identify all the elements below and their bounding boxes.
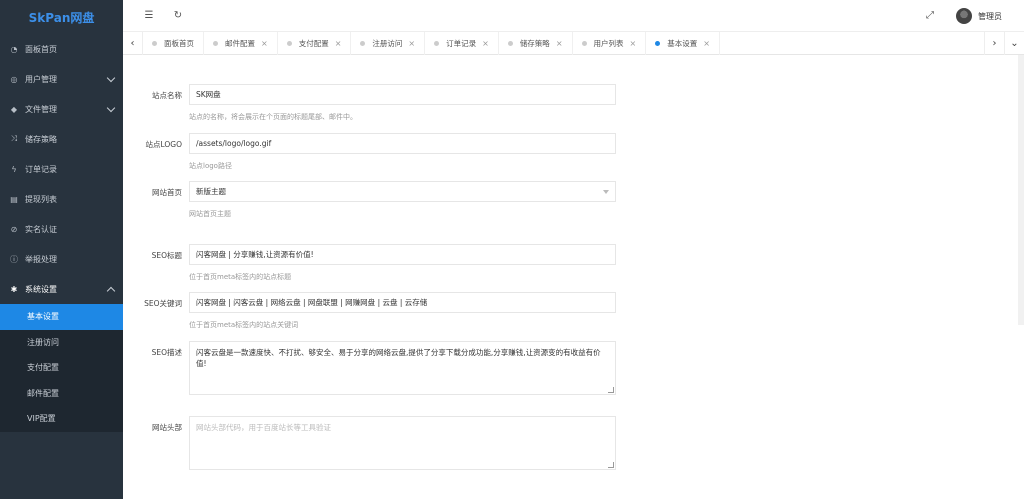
storage-icon: ⤨ — [10, 134, 18, 143]
tab-label: 支付配置 — [298, 39, 329, 48]
gear-icon: ✱ — [10, 284, 18, 294]
site-name-input[interactable]: SK网盘 — [189, 84, 616, 105]
report-icon: ⓘ — [10, 254, 18, 264]
sidebar-item-label: 提现列表 — [25, 194, 57, 204]
site-header-placeholder: 网站头部代码，用于百度站长等工具验证 — [196, 423, 331, 432]
tab-dot — [434, 41, 440, 46]
sidebar-item-verify[interactable]: ⊘ 实名认证 — [0, 214, 123, 244]
home-page-select[interactable]: 新版主题 — [189, 181, 616, 202]
tab-storage[interactable]: 储存策略 × — [499, 32, 573, 55]
user-name[interactable]: 管理员 — [978, 11, 1002, 22]
tab-basic-settings[interactable]: 基本设置 × — [646, 32, 720, 55]
tab-mail[interactable]: 邮件配置 × — [204, 32, 278, 55]
sidebar-item-label: 文件管理 — [25, 104, 57, 114]
settings-submenu: 基本设置 注册访问 支付配置 邮件配置 VIP配置 — [0, 304, 123, 432]
tab-bar: ‹ 面板首页 邮件配置 × 支付配置 × 注册访问 × 订单记录 × 储存策略 — [123, 32, 1024, 55]
chevron-down-icon[interactable]: ⌄ — [1004, 32, 1024, 55]
close-icon[interactable]: × — [408, 39, 415, 48]
order-icon: ϟ — [11, 164, 17, 174]
sidebar-item-label: 实名认证 — [25, 224, 57, 234]
chevron-down-icon — [106, 73, 116, 83]
tab-label: 注册访问 — [372, 39, 403, 48]
chevron-left-icon[interactable]: ‹ — [123, 32, 143, 55]
seo-desc-value: 闪客云盘是一款速度快、不打扰、够安全、易于分享的网络云盘,提供了分享下载分成功能… — [196, 348, 601, 368]
tab-dot — [286, 41, 292, 46]
tab-label: 订单记录 — [446, 39, 477, 48]
seo-keywords-hint: 位于首页meta标签内的站点关键词 — [189, 321, 299, 329]
tab-dot — [655, 41, 661, 46]
sidebar-item-label: 系统设置 — [25, 284, 57, 294]
tab-dot — [507, 41, 513, 46]
seo-keywords-label: SEO关键词 — [144, 299, 182, 308]
user-menu[interactable]: 管理员 — [956, 8, 1002, 24]
sidebar-item-label: 订单记录 — [25, 164, 57, 174]
tab-list: 面板首页 邮件配置 × 支付配置 × 注册访问 × 订单记录 × 储存策略 × — [143, 32, 720, 55]
resize-handle[interactable] — [608, 387, 614, 393]
tab-dot — [213, 41, 218, 46]
close-icon[interactable]: × — [630, 39, 637, 48]
seo-desc-label: SEO描述 — [151, 348, 182, 357]
site-logo-hint: 站点logo路径 — [189, 162, 232, 170]
dashboard-icon: ◔ — [10, 44, 18, 54]
site-logo-input[interactable]: /assets/logo/logo.gif — [189, 133, 616, 154]
site-header-textarea[interactable]: 网站头部代码，用于百度站长等工具验证 — [189, 416, 616, 470]
scrollbar[interactable] — [1018, 55, 1024, 325]
sidebar-item-label: 面板首页 — [25, 44, 57, 54]
seo-desc-textarea[interactable]: 闪客云盘是一款速度快、不打扰、够安全、易于分享的网络云盘,提供了分享下载分成功能… — [189, 341, 616, 395]
top-header: ☰ ↻ ⤢ 管理员 — [123, 0, 1024, 32]
close-icon[interactable]: × — [261, 39, 268, 48]
tab-dot — [581, 41, 587, 46]
sidebar-item-dashboard[interactable]: ◔ 面板首页 — [0, 34, 123, 64]
tab-dashboard[interactable]: 面板首页 — [143, 32, 204, 55]
home-page-hint: 网站首页主题 — [189, 210, 231, 218]
user-icon: ◎ — [10, 74, 18, 84]
refresh-icon[interactable]: ↻ — [172, 10, 184, 22]
sidebar-item-label: 储存策略 — [25, 134, 57, 144]
seo-title-hint: 位于首页meta标签内的站点标题 — [189, 273, 292, 281]
tab-label: 面板首页 — [164, 39, 194, 48]
sidebar-subitem-payment[interactable]: 支付配置 — [0, 355, 123, 381]
avatar[interactable] — [956, 8, 972, 24]
seo-keywords-input[interactable]: 闪客网盘 | 闪客云盘 | 网络云盘 | 网盘联盟 | 网赚网盘 | 云盘 | … — [189, 292, 616, 313]
close-icon[interactable]: × — [335, 39, 342, 48]
sidebar-item-label: 举报处理 — [25, 254, 57, 264]
resize-handle[interactable] — [608, 462, 614, 468]
tab-label: 储存策略 — [519, 39, 550, 48]
home-page-selected: 新版主题 — [196, 187, 226, 196]
verify-icon: ⊘ — [10, 224, 18, 234]
tab-payment[interactable]: 支付配置 × — [278, 32, 352, 55]
tab-label: 邮件配置 — [225, 39, 255, 48]
tab-dot — [360, 41, 366, 46]
close-icon[interactable]: × — [482, 39, 489, 48]
site-name-hint: 站点的名称，将会展示在个页面的标题尾部、邮件中。 — [189, 113, 357, 121]
tab-label: 用户列表 — [593, 39, 624, 48]
menu-toggle-icon[interactable]: ☰ — [143, 10, 155, 22]
chevron-up-icon — [106, 286, 116, 296]
chevron-down-icon — [603, 190, 609, 194]
sidebar-item-orders[interactable]: ϟ 订单记录 — [0, 154, 123, 184]
site-header-label: 网站头部 — [152, 423, 182, 432]
sidebar-item-label: 用户管理 — [25, 74, 57, 84]
site-name-label: 站点名称 — [152, 91, 182, 100]
sidebar-subitem-mail[interactable]: 邮件配置 — [0, 381, 123, 407]
app-logo[interactable]: SkPan网盘 — [0, 0, 123, 34]
site-logo-label: 站点LOGO — [145, 140, 182, 149]
folder-icon: ◆ — [10, 104, 18, 114]
tab-dot — [152, 41, 157, 46]
tab-orders[interactable]: 订单记录 × — [425, 32, 499, 55]
withdraw-icon: ▤ — [10, 194, 18, 204]
fullscreen-icon[interactable]: ⤢ — [924, 10, 936, 22]
close-icon[interactable]: × — [703, 39, 710, 48]
chevron-right-icon[interactable]: › — [984, 32, 1004, 55]
close-icon[interactable]: × — [556, 39, 563, 48]
tab-label: 基本设置 — [667, 39, 698, 48]
settings-form: 站点名称 SK网盘 站点的名称，将会展示在个页面的标题尾部、邮件中。 站点LOG… — [123, 55, 1024, 499]
home-page-label: 网站首页 — [152, 188, 182, 197]
seo-title-input[interactable]: 闪客网盘 | 分享赚钱,让资源有价值! — [189, 244, 616, 265]
chevron-down-icon — [106, 103, 116, 113]
seo-title-label: SEO标题 — [151, 251, 182, 260]
tab-register[interactable]: 注册访问 × — [351, 32, 426, 55]
tab-users[interactable]: 用户列表 × — [573, 32, 647, 55]
